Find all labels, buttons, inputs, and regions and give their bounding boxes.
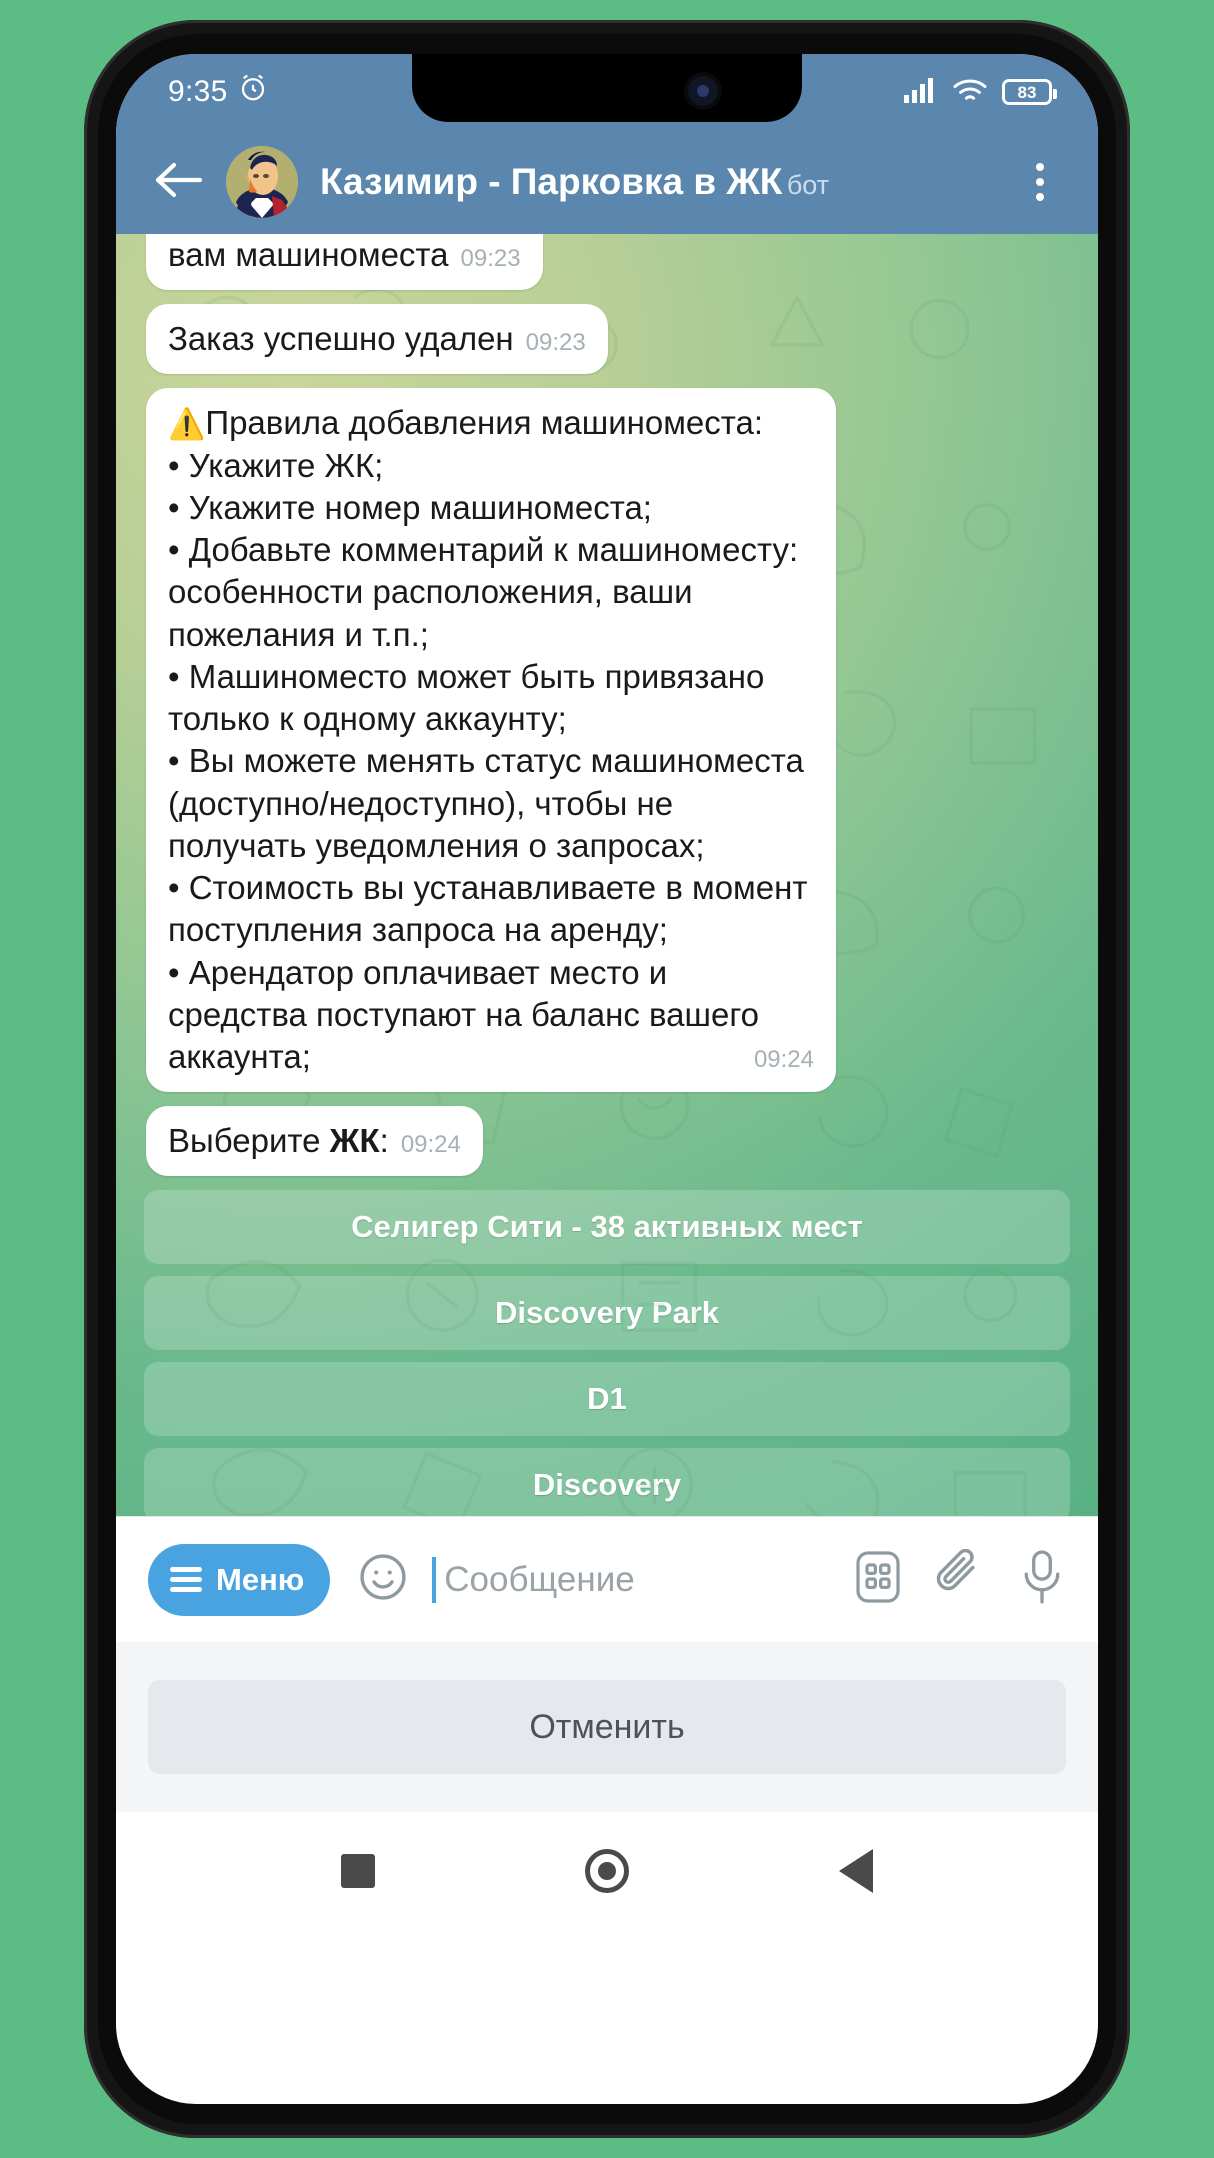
- status-time: 9:35: [168, 75, 228, 108]
- square-recents-icon[interactable]: [341, 1854, 375, 1888]
- reply-keyboard: Селигер Сити - 38 активных мест Discover…: [116, 1190, 1098, 1516]
- message-text-bold: ЖК: [329, 1122, 380, 1160]
- chat-message-list[interactable]: вам машиноместа 09:23 Заказ успешно удале…: [116, 234, 1098, 1516]
- keyboard-button-discovery[interactable]: Discovery: [144, 1448, 1070, 1516]
- wifi-icon: [952, 77, 988, 108]
- smiley-face-icon[interactable]: [356, 1550, 410, 1609]
- message-time: 09:23: [525, 329, 586, 357]
- battery-icon: 83: [1002, 79, 1057, 105]
- message-bubble-rules[interactable]: ⚠️Правила добавления машиноместа: • Укаж…: [146, 388, 836, 1093]
- chat-subtitle: бот: [786, 169, 830, 200]
- message-input-bar: Меню Сообщение: [116, 1516, 1098, 1642]
- back-arrow-icon[interactable]: [152, 159, 204, 206]
- cancel-panel: Отменить: [116, 1642, 1098, 1812]
- message-text: вам машиноместа: [168, 236, 449, 273]
- cellular-signal-icon: [904, 77, 938, 108]
- status-right-group: 83: [904, 77, 1057, 108]
- chat-header: Казимир - Парковка в ЖК бот: [116, 130, 1098, 234]
- cancel-button[interactable]: Отменить: [148, 1680, 1066, 1774]
- kebab-menu-icon[interactable]: [1018, 163, 1062, 201]
- battery-level-label: 83: [1017, 82, 1037, 102]
- message-input-placeholder: Сообщение: [444, 1559, 635, 1599]
- hamburger-icon: [170, 1567, 202, 1592]
- alarm-clock-icon: [238, 73, 268, 111]
- device-notch: [412, 54, 802, 122]
- message-time: 09:24: [753, 1045, 814, 1073]
- keyboard-button-d1[interactable]: D1: [144, 1362, 1070, 1437]
- triangle-back-icon[interactable]: [839, 1849, 873, 1893]
- message-row: вам машиноместа 09:23: [146, 234, 1068, 291]
- keyboard-button-seliger-city[interactable]: Селигер Сити - 38 активных мест: [144, 1190, 1070, 1265]
- microphone-icon[interactable]: [1018, 1548, 1066, 1611]
- phone-screen: 9:35 83 Казимир - Парковка в ЖК бот вам …: [116, 54, 1098, 2104]
- message-text: Правила добавления машиноместа: • Укажит…: [168, 404, 808, 1075]
- message-bubble-clipped[interactable]: вам машиноместа 09:23: [146, 234, 543, 291]
- paperclip-icon[interactable]: [934, 1548, 988, 1610]
- messages-container: вам машиноместа 09:23 Заказ успешно удале…: [116, 234, 1098, 1177]
- text-caret: [432, 1556, 437, 1603]
- page-title: Казимир - Парковка в ЖК: [320, 160, 783, 202]
- avatar[interactable]: [226, 146, 298, 218]
- status-bar: 9:35 83: [116, 54, 1098, 130]
- menu-button-label: Меню: [216, 1561, 305, 1597]
- message-text-suffix: :: [379, 1122, 389, 1160]
- chat-title-block: Казимир - Парковка в ЖК бот: [320, 160, 996, 202]
- message-time: 09:24: [400, 1131, 461, 1159]
- search-input-wrapper[interactable]: Сообщение: [432, 1556, 822, 1603]
- message-bubble-choose-complex[interactable]: Выберите ЖК: 09:24: [146, 1106, 483, 1177]
- circle-home-icon[interactable]: [585, 1849, 629, 1893]
- message-row: Заказ успешно удален 09:23: [146, 304, 1068, 375]
- message-time: 09:23: [460, 245, 521, 272]
- message-text: Заказ успешно удален: [168, 320, 514, 358]
- message-text-prefix: Выберите: [168, 1122, 330, 1160]
- message-row: ⚠️Правила добавления машиноместа: • Укаж…: [146, 388, 1068, 1093]
- front-camera-icon: [688, 76, 718, 106]
- keyboard-button-discovery-park[interactable]: Discovery Park: [144, 1276, 1070, 1351]
- page-backdrop: 9:35 83 Казимир - Парковка в ЖК бот вам …: [0, 0, 1214, 2158]
- menu-button[interactable]: Меню: [148, 1543, 331, 1616]
- android-navigation-bar: [116, 1812, 1098, 1930]
- bot-keyboard-icon[interactable]: [852, 1549, 904, 1610]
- phone-device: 9:35 83 Казимир - Парковка в ЖК бот вам …: [84, 20, 1130, 2138]
- message-bubble-order-deleted[interactable]: Заказ успешно удален 09:23: [146, 304, 608, 375]
- message-row: Выберите ЖК: 09:24: [146, 1106, 1068, 1177]
- warning-icon: ⚠️: [168, 408, 206, 442]
- status-left-group: 9:35: [168, 73, 268, 111]
